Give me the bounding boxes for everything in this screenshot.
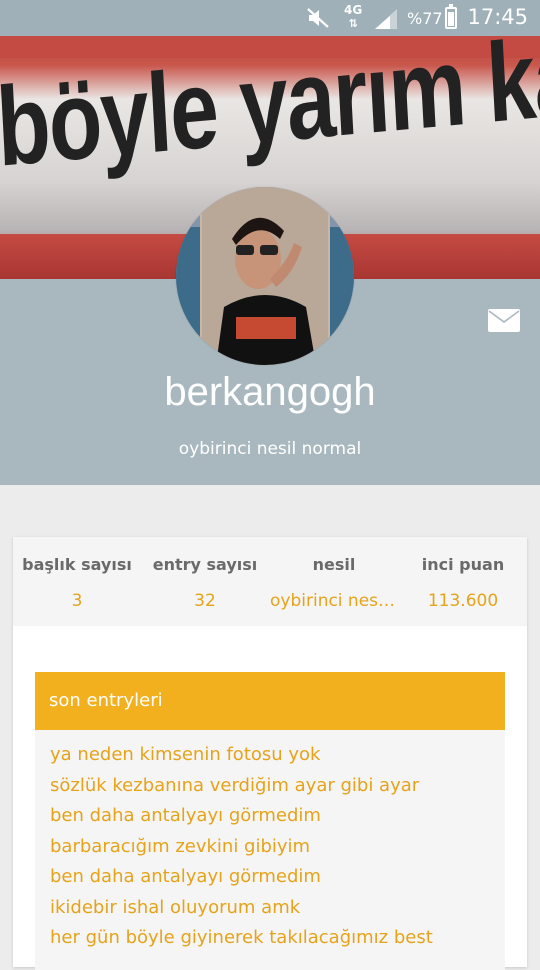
profile-card: başlık sayısı 3 entry sayısı 32 nesil oy… [13,537,527,970]
clock: 17:45 [467,5,528,29]
cover-slogan: böyle yarım ka [0,36,540,190]
entry-link[interactable]: ikidebir ishal oluyorum amk [50,893,505,924]
entry-link[interactable]: ben daha antalyayı görmedim [50,862,505,893]
generation-label: oybirinci nesil normal [178,439,362,459]
stat-value: 113.600 [427,591,499,611]
avatar[interactable] [176,187,354,365]
stat-value: 32 [194,591,216,611]
stat-value: oybirinci nesil normal [270,591,398,611]
stats-row: başlık sayısı 3 entry sayısı 32 nesil oy… [13,537,527,626]
stat-label: inci puan [421,555,505,574]
status-bar: 4G ⇅ %77 17:45 [0,0,540,36]
entry-link[interactable]: ya neden kimsenin fotosu yok [50,740,505,771]
stat-label: başlık sayısı [22,555,132,574]
entry-link[interactable]: sözlük kezbanına verdiğim ayar gibi ayar [50,771,505,802]
battery-percent: %77 [407,9,443,28]
stat-label: entry sayısı [152,555,258,574]
recent-entries-header: son entryleri [35,672,505,730]
username: berkangogh [164,370,376,414]
stat-label: nesil [312,555,356,574]
network-indicator: 4G ⇅ [344,3,363,31]
entry-link[interactable]: her gün böyle giyinerek takılacağımız be… [50,923,505,954]
recent-entries-list: ya neden kimsenin fotosu yok sözlük kezb… [35,730,505,970]
entry-link[interactable]: ben daha antalyayı görmedim [50,801,505,832]
signal-icon [375,9,397,29]
mute-icon [307,8,329,28]
stat-value: 3 [71,591,83,611]
battery-icon [445,4,457,29]
mail-icon[interactable] [488,309,520,332]
entry-link[interactable]: barbaracığım zevkini gibiyim [50,832,505,863]
